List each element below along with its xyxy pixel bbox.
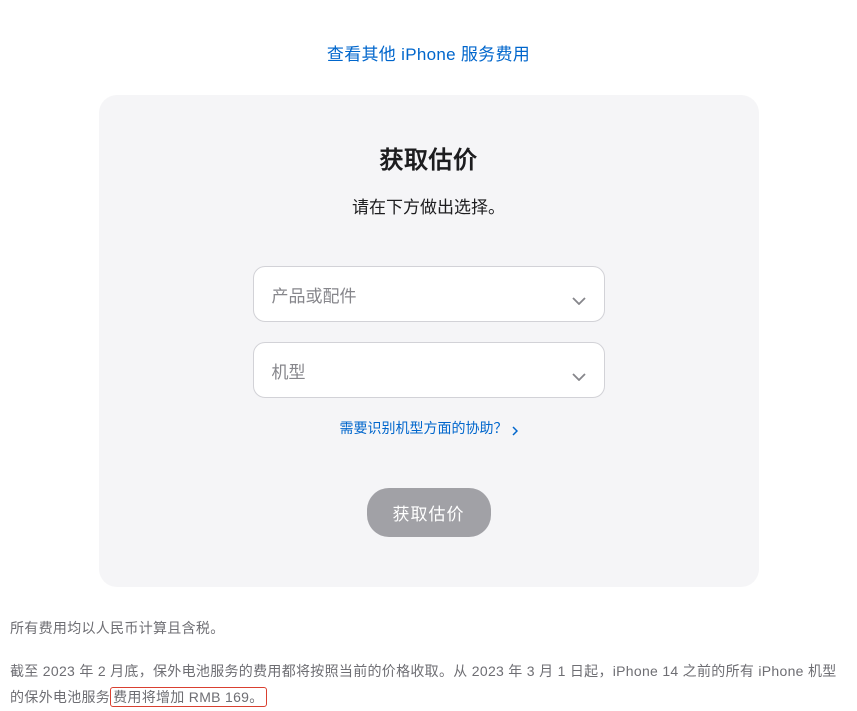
- other-iphone-service-fee-link[interactable]: 查看其他 iPhone 服务费用: [327, 45, 530, 64]
- identify-model-help-link[interactable]: 需要识别机型方面的协助？: [340, 418, 518, 438]
- product-select[interactable]: 产品或配件: [253, 266, 605, 322]
- product-select-placeholder: 产品或配件: [272, 282, 357, 307]
- card-title: 获取估价: [149, 140, 709, 175]
- chevron-down-icon: [572, 366, 586, 374]
- model-select-placeholder: 机型: [272, 358, 306, 383]
- footer-line-1: 所有费用均以人民币计算且含税。: [10, 615, 847, 642]
- help-link-text: 需要识别机型方面的协助？: [340, 418, 508, 438]
- card-subtitle: 请在下方做出选择。: [149, 193, 709, 218]
- footer-line-2: 截至 2023 年 2 月底，保外电池服务的费用都将按照当前的价格收取。从 20…: [10, 658, 847, 711]
- estimate-card: 获取估价 请在下方做出选择。 产品或配件 机型 需要识别机型方面的协助？: [99, 95, 759, 587]
- price-increase-highlight: 费用将增加 RMB 169。: [110, 687, 266, 707]
- chevron-right-icon: [512, 423, 518, 433]
- chevron-down-icon: [572, 290, 586, 298]
- get-estimate-button[interactable]: 获取估价: [367, 488, 491, 537]
- model-select[interactable]: 机型: [253, 342, 605, 398]
